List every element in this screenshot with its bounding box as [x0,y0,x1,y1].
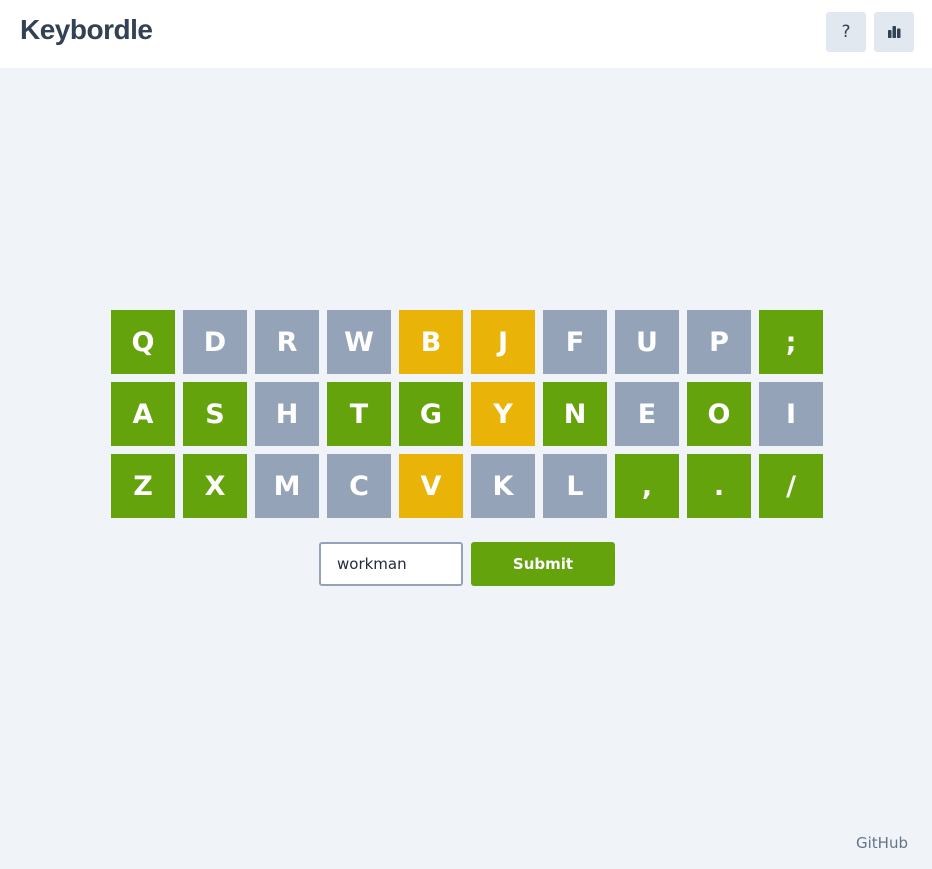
help-button[interactable]: ? [826,12,866,52]
key-tile: J [471,310,535,374]
key-tile: . [687,454,751,518]
key-tile: A [111,382,175,446]
guess-input[interactable] [319,542,463,586]
stats-button[interactable] [874,12,914,52]
board-row: Z X M C V K L,. / [111,454,823,518]
key-tile: U [615,310,679,374]
key-tile: R [255,310,319,374]
key-tile: B [399,310,463,374]
key-tile: N [543,382,607,446]
key-tile: Q [111,310,175,374]
app-title: Keybordle [20,14,153,45]
key-tile: / [759,454,823,518]
key-tile: C [327,454,391,518]
key-tile: I [759,382,823,446]
key-tile: O [687,382,751,446]
header-bar: Keybordle ? [0,0,932,68]
keyboard-board: Q D R W B J F U P; A S H T G Y N E O I Z X M C V K L,. / [111,310,823,526]
key-tile: D [183,310,247,374]
key-tile: F [543,310,607,374]
board-row: ASHTGYNEOI [111,382,823,446]
submit-button[interactable]: Submit [471,542,615,586]
key-tile: L [543,454,607,518]
key-tile: S [183,382,247,446]
key-tile: Z [111,454,175,518]
bar-chart-icon [888,26,901,38]
key-tile: E [615,382,679,446]
key-tile: T [327,382,391,446]
key-tile: , [615,454,679,518]
key-tile: H [255,382,319,446]
key-tile: X [183,454,247,518]
key-tile: Y [471,382,535,446]
board-row: Q D R W B J F U P; [111,310,823,374]
github-link[interactable]: GitHub [856,834,908,852]
key-tile: V [399,454,463,518]
key-tile: K [471,454,535,518]
key-tile: G [399,382,463,446]
key-tile: ; [759,310,823,374]
key-tile: P [687,310,751,374]
key-tile: W [327,310,391,374]
key-tile: M [255,454,319,518]
question-icon: ? [841,22,851,42]
